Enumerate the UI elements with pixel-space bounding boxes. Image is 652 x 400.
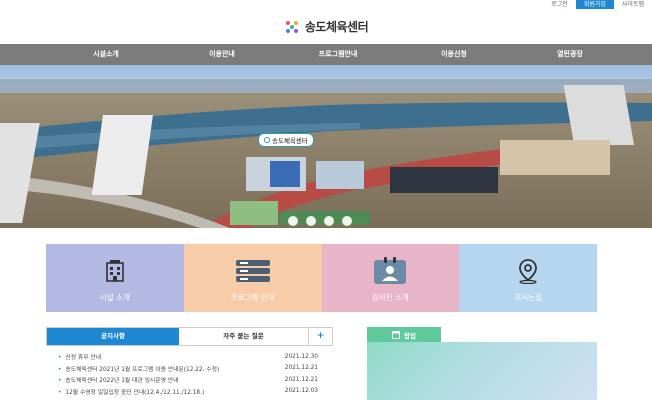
popup-title: 팝업 xyxy=(404,331,416,340)
id-card-icon xyxy=(374,257,407,284)
tab-faq[interactable]: 자주 묻는 질문 xyxy=(179,328,309,345)
nav-program-guide[interactable]: 프로그램안내 xyxy=(280,44,396,65)
notice-list: 신정 휴무 안내 2021.12.30 송도체육센터 2021년 1월 프로그램… xyxy=(46,346,333,397)
quick-facility[interactable]: 시설 소개 xyxy=(46,244,184,312)
login-link[interactable]: 로그인 xyxy=(543,0,576,9)
tab-notice[interactable]: 공지사항 xyxy=(47,328,179,345)
notice-date: 2021.12.21 xyxy=(284,376,318,383)
list-item[interactable]: 신정 휴무 안내 2021.12.30 xyxy=(46,351,333,363)
nav-open-square[interactable]: 열린광장 xyxy=(512,44,628,65)
quick-instructors[interactable]: 강사진 소개 xyxy=(321,244,460,312)
popup-zone: 팝업 xyxy=(367,327,597,400)
hero-illustration xyxy=(0,65,652,228)
quick-menu: 시설 소개 프로그램 안내 강사진 소개 오시는길 xyxy=(46,244,597,312)
utility-bar: 로그인 회원가입 사이트맵 xyxy=(543,0,652,9)
location-dot-icon xyxy=(264,137,270,143)
notice-title: 신정 휴무 안내 xyxy=(58,352,101,361)
notice-title: 송도체육센터 2022년 1월 대관 임시운영 안내 xyxy=(58,375,178,384)
quick-directions[interactable]: 오시는길 xyxy=(459,244,597,312)
notice-board: 공지사항 자주 묻는 질문 + 신정 휴무 안내 2021.12.30 송도체육… xyxy=(46,327,333,397)
notice-title: 송도체육센터 2021년 1월 프로그램 이용 안내문(12.22. 수정) xyxy=(58,364,219,373)
list-item[interactable]: 송도체육센터 2022년 1월 대관 임시운영 안내 2021.12.21 xyxy=(46,374,333,386)
quick-program[interactable]: 프로그램 안내 xyxy=(183,244,322,312)
logo-text: 송도체육센터 xyxy=(304,20,369,34)
popup-banner[interactable] xyxy=(367,342,597,400)
location-pin-icon xyxy=(519,259,538,284)
sitemap-link[interactable]: 사이트맵 xyxy=(614,0,652,9)
board-more-button[interactable]: + xyxy=(309,328,332,345)
nav-facility[interactable]: 시설소개 xyxy=(48,44,164,65)
board-tabs: 공지사항 자주 묻는 질문 + xyxy=(46,327,333,346)
hero-aerial-image: 송도체육센터 xyxy=(0,65,652,228)
popup-window-icon xyxy=(392,330,401,339)
quick-instructors-label: 강사진 소개 xyxy=(371,293,409,302)
logo-mark-icon xyxy=(285,20,298,33)
hero-location-label: 송도체육센터 xyxy=(258,133,314,147)
server-list-icon xyxy=(235,260,270,282)
notice-date: 2021.12.03 xyxy=(284,388,318,395)
quick-facility-label: 시설 소개 xyxy=(99,293,130,302)
quick-directions-label: 오시는길 xyxy=(514,293,542,302)
join-link[interactable]: 회원가입 xyxy=(575,0,614,9)
notice-date: 2021.12.30 xyxy=(284,353,318,360)
list-item[interactable]: 송도체육센터 2021년 1월 프로그램 이용 안내문(12.22. 수정) 2… xyxy=(46,363,333,375)
nav-usage-guide[interactable]: 이용안내 xyxy=(164,44,280,65)
list-item[interactable]: 12월 수영장 일일입장 중단 안내(12.4./12.11./12.18.) … xyxy=(46,386,333,398)
quick-program-label: 프로그램 안내 xyxy=(230,293,275,302)
building-icon xyxy=(106,260,124,282)
popup-tab[interactable]: 팝업 xyxy=(367,327,441,342)
main-navigation: 시설소개 이용안내 프로그램안내 이용신청 열린광장 xyxy=(0,44,652,65)
site-logo[interactable]: 송도체육센터 xyxy=(0,18,652,35)
notice-title: 12월 수영장 일일입장 중단 안내(12.4./12.11./12.18.) xyxy=(58,387,204,396)
notice-date: 2021.12.21 xyxy=(284,365,318,372)
hero-location-text: 송도체육센터 xyxy=(272,137,308,145)
nav-application[interactable]: 이용신청 xyxy=(396,44,512,65)
